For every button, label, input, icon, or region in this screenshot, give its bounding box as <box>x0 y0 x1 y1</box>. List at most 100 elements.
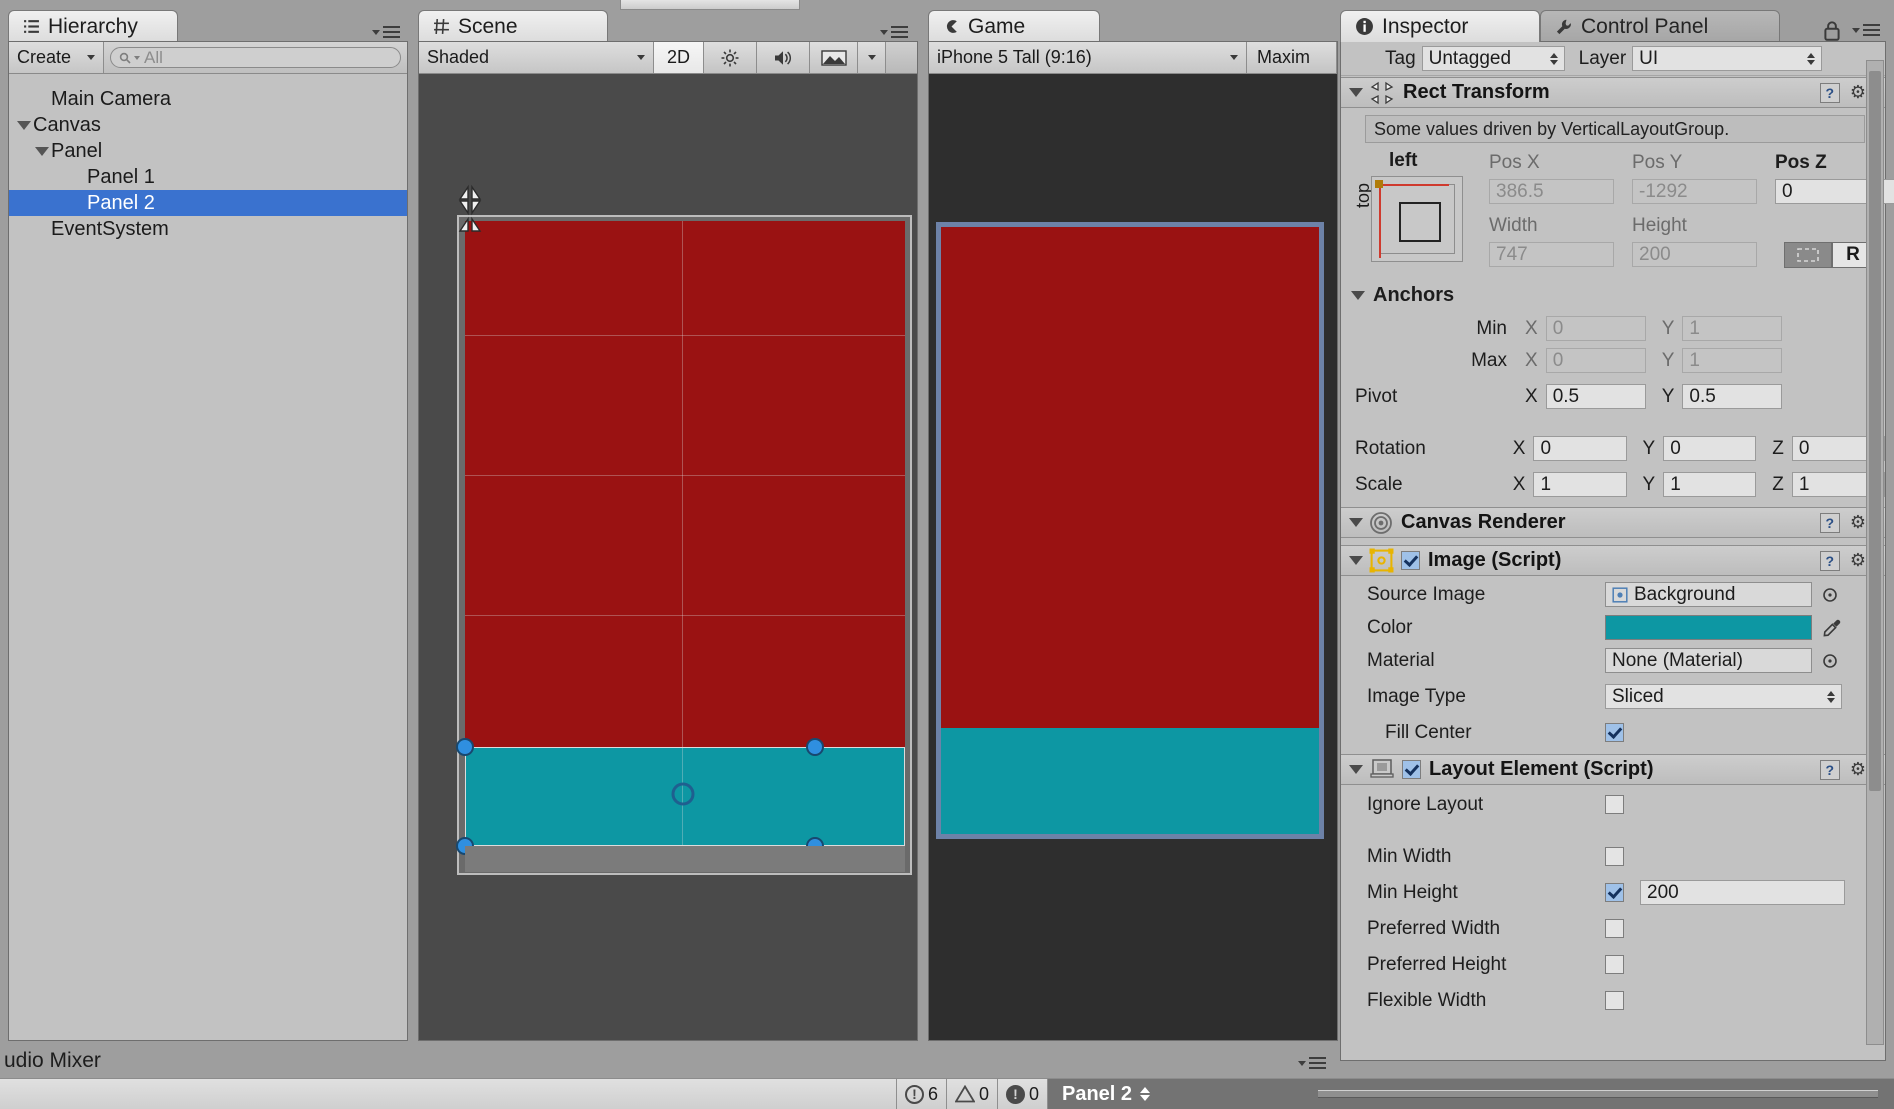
tab-game[interactable]: Game <box>928 10 1100 42</box>
resize-handle-top-right[interactable] <box>804 736 826 758</box>
image-script-enabled-checkbox[interactable] <box>1401 551 1420 570</box>
object-picker-icon[interactable] <box>1822 653 1838 669</box>
scene-2d-toggle[interactable]: 2D <box>654 42 704 73</box>
anchor-min-y-field[interactable]: 1 <box>1682 316 1783 341</box>
axis-y-label: Y <box>1661 317 1675 339</box>
scale-x-field[interactable]: 1 <box>1533 472 1627 497</box>
help-button[interactable]: ? <box>1819 759 1840 780</box>
collapse-arrow[interactable] <box>1349 556 1363 565</box>
width-field[interactable]: 747 <box>1489 242 1614 267</box>
help-button[interactable]: ? <box>1819 512 1840 533</box>
flexible-width-checkbox[interactable] <box>1605 991 1624 1010</box>
color-swatch-field[interactable] <box>1605 615 1812 640</box>
canvas-renderer-header[interactable]: Canvas Renderer ? ⚙▾ <box>1341 507 1885 538</box>
project-tab-label[interactable]: udio Mixer <box>0 1049 101 1073</box>
log-icon: ! <box>1005 1084 1025 1104</box>
hierarchy-item-canvas[interactable]: Canvas <box>9 112 407 138</box>
preferred-width-checkbox[interactable] <box>1605 919 1624 938</box>
scene-viewport[interactable] <box>419 75 917 1040</box>
tab-inspector[interactable]: Inspector <box>1340 10 1540 42</box>
inspector-panel-menu[interactable] <box>1852 24 1880 36</box>
source-image-field[interactable]: Background <box>1605 582 1812 607</box>
expand-arrow-canvas[interactable] <box>15 120 33 130</box>
preferred-height-checkbox[interactable] <box>1605 955 1624 974</box>
fill-center-checkbox[interactable] <box>1605 723 1624 742</box>
resize-handle-top-left[interactable] <box>454 736 476 758</box>
object-picker-icon[interactable] <box>1822 587 1838 603</box>
pivot-x-field[interactable]: 0.5 <box>1545 384 1646 409</box>
hierarchy-panel-menu[interactable] <box>372 26 400 38</box>
layout-element-enabled-checkbox[interactable] <box>1402 760 1421 779</box>
hierarchy-item[interactable]: Main Camera <box>9 86 407 112</box>
tab-hierarchy[interactable]: Hierarchy <box>8 10 178 42</box>
layer-dropdown[interactable]: UI <box>1632 46 1823 71</box>
hierarchy-item-panel-1[interactable]: Panel 1 <box>9 164 407 190</box>
rect-transform-header[interactable]: Rect Transform ? ⚙▾ <box>1341 77 1885 108</box>
wrench-icon <box>1555 18 1573 36</box>
anchors-foldout[interactable]: Anchors <box>1351 284 1454 307</box>
scene-panel-menu[interactable] <box>880 26 908 38</box>
inspector-scrollbar-track[interactable] <box>1866 60 1884 1045</box>
game-viewport[interactable] <box>929 75 1337 1040</box>
hierarchy-item-panel[interactable]: Panel <box>9 138 407 164</box>
scene-lighting-toggle[interactable] <box>704 42 757 73</box>
pos-x-field[interactable]: 386.5 <box>1489 179 1614 204</box>
min-width-label: Min Width <box>1367 845 1452 867</box>
min-height-checkbox[interactable] <box>1605 883 1624 902</box>
layout-element-header[interactable]: Layout Element (Script) ? ⚙▾ <box>1341 754 1885 785</box>
error-counter[interactable]: ! 6 <box>895 1079 946 1109</box>
tab-scene[interactable]: Scene <box>418 10 608 42</box>
scene-effects-toggle[interactable] <box>810 42 858 73</box>
anchor-max-y-field[interactable]: 1 <box>1682 348 1783 373</box>
create-button[interactable]: Create <box>9 42 104 73</box>
game-maximize-toggle[interactable]: Maxim <box>1247 42 1337 73</box>
tag-dropdown[interactable]: Untagged <box>1421 46 1565 71</box>
image-script-header[interactable]: Image (Script) ? ⚙▾ <box>1341 545 1885 576</box>
pivot-y-field[interactable]: 0.5 <box>1682 384 1783 409</box>
image-type-dropdown[interactable]: Sliced <box>1605 684 1842 709</box>
axis-y-label: Y <box>1661 349 1675 371</box>
collapse-arrow[interactable] <box>1349 765 1363 774</box>
hierarchy-item-eventsystem[interactable]: EventSystem <box>9 216 407 242</box>
layout-element-title: Layout Element (Script) <box>1429 758 1654 780</box>
canvas-renderer-title: Canvas Renderer <box>1401 511 1566 533</box>
anchor-handle-icon[interactable] <box>447 183 493 239</box>
hierarchy-item-panel-2[interactable]: Panel 2 <box>9 190 407 216</box>
scene-audio-toggle[interactable] <box>757 42 810 73</box>
scale-y-field[interactable]: 1 <box>1663 472 1757 497</box>
selected-object-bar[interactable]: Panel 2 <box>1048 1079 1318 1109</box>
anchor-min-x-field[interactable]: 0 <box>1545 316 1646 341</box>
stepper-icon[interactable] <box>1140 1087 1151 1101</box>
anchor-max-x-field[interactable]: 0 <box>1545 348 1646 373</box>
rotation-y-field[interactable]: 0 <box>1663 436 1757 461</box>
pos-y-field[interactable]: -1292 <box>1632 179 1757 204</box>
expand-arrow-panel[interactable] <box>33 146 51 156</box>
pivot-row: Pivot X 0.5 Y 0.5 <box>1341 382 1885 411</box>
game-aspect-dropdown[interactable]: iPhone 5 Tall (9:16) <box>929 42 1247 73</box>
collapse-arrow[interactable] <box>1349 88 1363 97</box>
collapse-arrow[interactable] <box>1349 518 1363 527</box>
log-counter[interactable]: ! 0 <box>996 1079 1048 1109</box>
min-height-field[interactable]: 200 <box>1640 880 1845 905</box>
hierarchy-search-input[interactable]: All <box>110 47 401 68</box>
bottom-panel-menu[interactable] <box>1298 1057 1326 1069</box>
eyedropper-icon[interactable] <box>1822 618 1842 638</box>
help-button[interactable]: ? <box>1819 550 1840 571</box>
inspector-scrollbar-thumb[interactable] <box>1869 71 1881 791</box>
lock-icon[interactable] <box>1822 20 1842 42</box>
material-field[interactable]: None (Material) <box>1605 648 1812 673</box>
tab-control-panel[interactable]: Control Panel <box>1540 10 1780 42</box>
rotation-x-field[interactable]: 0 <box>1533 436 1627 461</box>
height-field[interactable]: 200 <box>1632 242 1757 267</box>
anchor-preset-button[interactable] <box>1371 176 1463 262</box>
scene-pivot-handle[interactable] <box>669 780 697 808</box>
collapse-arrow[interactable] <box>1351 291 1365 300</box>
game-toolbar: iPhone 5 Tall (9:16) Maxim <box>929 42 1337 74</box>
help-button[interactable]: ? <box>1819 82 1840 103</box>
scene-effects-dropdown[interactable] <box>858 42 886 73</box>
min-width-checkbox[interactable] <box>1605 847 1624 866</box>
warning-counter[interactable]: 0 <box>945 1079 997 1109</box>
blueprint-toggle[interactable] <box>1784 242 1832 268</box>
ignore-layout-checkbox[interactable] <box>1605 795 1624 814</box>
scene-draw-mode-dropdown[interactable]: Shaded <box>419 42 654 73</box>
